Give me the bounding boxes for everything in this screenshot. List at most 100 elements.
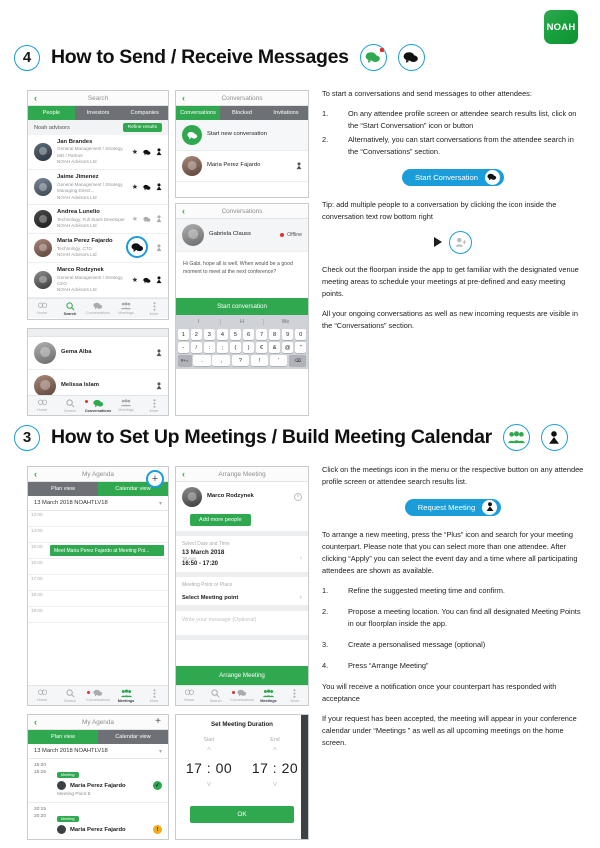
day-selector[interactable]: 13 March 2018 NOAHTLV18 ▾ — [28, 496, 168, 511]
meetings-icon[interactable] — [156, 210, 162, 228]
tabbar-item-meetings[interactable]: Meetings — [112, 399, 140, 412]
tabbar-item-meetings[interactable]: Meetings — [112, 688, 140, 703]
meetings-icon[interactable] — [156, 178, 162, 196]
key[interactable]: 3 — [203, 329, 216, 340]
meetings-icon[interactable] — [156, 344, 162, 362]
tab-people[interactable]: People — [28, 106, 75, 120]
chevron-down-icon[interactable]: ˅ — [252, 781, 298, 789]
tabbar-item-search[interactable]: Search — [56, 688, 84, 703]
key[interactable]: 1 — [177, 329, 190, 340]
attendee-row[interactable]: Marco Rodzynek × — [176, 482, 308, 508]
tabbar-item-meetings[interactable]: Meetings — [112, 302, 140, 315]
key[interactable]: 0 — [294, 329, 307, 340]
start-time-picker[interactable]: Start ^ 17 : 00 ˅ — [186, 737, 232, 789]
key[interactable]: " — [294, 342, 307, 353]
key[interactable]: ' — [269, 355, 288, 366]
key-symbols-toggle[interactable]: #+= — [177, 355, 192, 366]
star-icon[interactable]: ★ — [132, 215, 138, 223]
key[interactable]: 8 — [268, 329, 281, 340]
ok-button[interactable]: OK — [190, 806, 294, 823]
tab-companies[interactable]: Companies — [121, 106, 168, 120]
tab-blocked[interactable]: Blocked — [220, 106, 264, 120]
meetings-icon[interactable] — [156, 271, 162, 289]
conversations-icon[interactable] — [143, 210, 151, 228]
meetings-group-icon[interactable] — [502, 424, 530, 451]
star-icon[interactable]: ★ — [132, 183, 138, 191]
add-meeting-button[interactable]: + — [146, 470, 164, 488]
tabbar-item-search[interactable]: Search — [56, 302, 84, 316]
calendar-slot[interactable]: 17:00 — [28, 575, 168, 591]
calendar-slot[interactable]: 15:00 Meet Maria Perez Fajardo at Meetin… — [28, 543, 168, 559]
table-row[interactable]: 15:20 15:25 Meeting Maria Perez Fajardo … — [28, 759, 168, 803]
calendar-slot[interactable]: 16:00 — [28, 559, 168, 575]
key[interactable]: : — [203, 342, 216, 353]
day-selector[interactable]: 13 March 2018 NOAHTLV18 ▾ — [28, 744, 168, 759]
remove-attendee-icon[interactable]: × — [294, 493, 302, 501]
key[interactable]: @ — [281, 342, 294, 353]
date-time-row[interactable]: 13 March 2018 Tel Aviv 16:50 - 17:20 › — [176, 549, 308, 572]
tabbar-item-search[interactable]: Search — [202, 688, 228, 703]
key[interactable]: 5 — [229, 329, 242, 340]
add-person-icon[interactable] — [449, 230, 472, 254]
key[interactable]: ? — [231, 355, 250, 366]
tab-calendar-view[interactable]: Calendar view — [98, 730, 168, 744]
star-icon[interactable]: ★ — [132, 148, 138, 156]
start-conversation-button[interactable]: Start Conversation — [402, 168, 504, 186]
tab-conversations[interactable]: Conversations — [176, 106, 220, 120]
suggestion[interactable]: H — [221, 319, 265, 325]
request-meeting-button[interactable]: Request Meeting — [404, 498, 502, 516]
conversations-icon[interactable] — [143, 271, 151, 289]
request-meeting-icon[interactable] — [540, 424, 568, 451]
meetings-icon[interactable] — [156, 377, 162, 395]
key[interactable]: / — [190, 342, 203, 353]
end-time-picker[interactable]: End ^ 17 : 20 ˅ — [252, 737, 298, 789]
key[interactable]: 6 — [242, 329, 255, 340]
calendar-slot[interactable]: 13:00 — [28, 511, 168, 527]
meetings-icon[interactable] — [156, 143, 162, 161]
tab-plan-view[interactable]: Plan view — [28, 730, 98, 744]
key[interactable]: ; — [216, 342, 229, 353]
table-row[interactable]: Maria Perez Fajardo Technology, CTO NOAH… — [28, 234, 168, 264]
table-row[interactable]: Jaime Jimenez General Management / Strat… — [28, 170, 168, 206]
tabbar-item-search[interactable]: Search — [56, 398, 84, 413]
tab-invitations[interactable]: Invitations — [264, 106, 308, 120]
add-more-people-button[interactable]: Add more people — [190, 514, 251, 526]
tabbar-item-home[interactable]: Home — [28, 302, 56, 315]
add-meeting-button[interactable]: + — [155, 717, 161, 727]
message-input[interactable]: Write your message (Optional) — [176, 611, 308, 635]
tabbar-item-conversations[interactable]: Conversations — [84, 399, 112, 413]
table-row[interactable]: Marco Rodzynek General Management / Stra… — [28, 263, 168, 299]
arrange-meeting-button[interactable]: Arrange Meeting — [176, 666, 308, 685]
start-new-conversation-row[interactable]: Start new conversation — [176, 120, 308, 151]
tabbar-item-more[interactable]: More — [140, 302, 168, 316]
key[interactable]: . — [193, 355, 211, 366]
meetings-icon[interactable] — [296, 157, 302, 175]
conversations-icon[interactable] — [143, 143, 151, 161]
meeting-point-row[interactable]: Select Meeting point › — [176, 590, 308, 606]
tabbar-item-home[interactable]: Home — [28, 689, 56, 702]
key[interactable]: - — [177, 342, 190, 353]
calendar-slot[interactable]: 19:00 — [28, 607, 168, 623]
conversations-icon[interactable] — [359, 44, 387, 71]
key-backspace[interactable]: ⌫ — [288, 355, 307, 366]
list-item[interactable]: Maria Perez Fajardo — [176, 151, 308, 182]
tabbar-item-conversations[interactable]: Conversations — [229, 689, 255, 702]
tabbar-item-more[interactable]: More — [140, 688, 168, 703]
key[interactable]: ( — [229, 342, 242, 353]
conversations-icon[interactable] — [143, 178, 151, 196]
tabbar-item-home[interactable]: Home — [176, 689, 202, 702]
key[interactable]: ) — [242, 342, 255, 353]
key[interactable]: , — [212, 355, 231, 366]
refine-results-button[interactable]: Refine results — [122, 123, 162, 132]
table-row[interactable]: 20:15 20:20 Meeting Maria Perez Fajardo … — [28, 803, 168, 839]
suggestion[interactable]: We — [264, 319, 306, 325]
conversation-contact-row[interactable]: Gabriela Clauss Offline — [176, 219, 308, 252]
key[interactable]: 7 — [255, 329, 268, 340]
chevron-down-icon[interactable]: ˅ — [186, 781, 232, 789]
chevron-up-icon[interactable]: ^ — [186, 747, 232, 755]
star-icon[interactable]: ★ — [132, 276, 138, 284]
tab-plan-view[interactable]: Plan view — [28, 482, 98, 496]
tabbar-item-more[interactable]: More — [282, 688, 308, 703]
calendar-slot[interactable]: 14:00 — [28, 527, 168, 543]
table-row[interactable]: Gema Alba — [28, 337, 168, 370]
